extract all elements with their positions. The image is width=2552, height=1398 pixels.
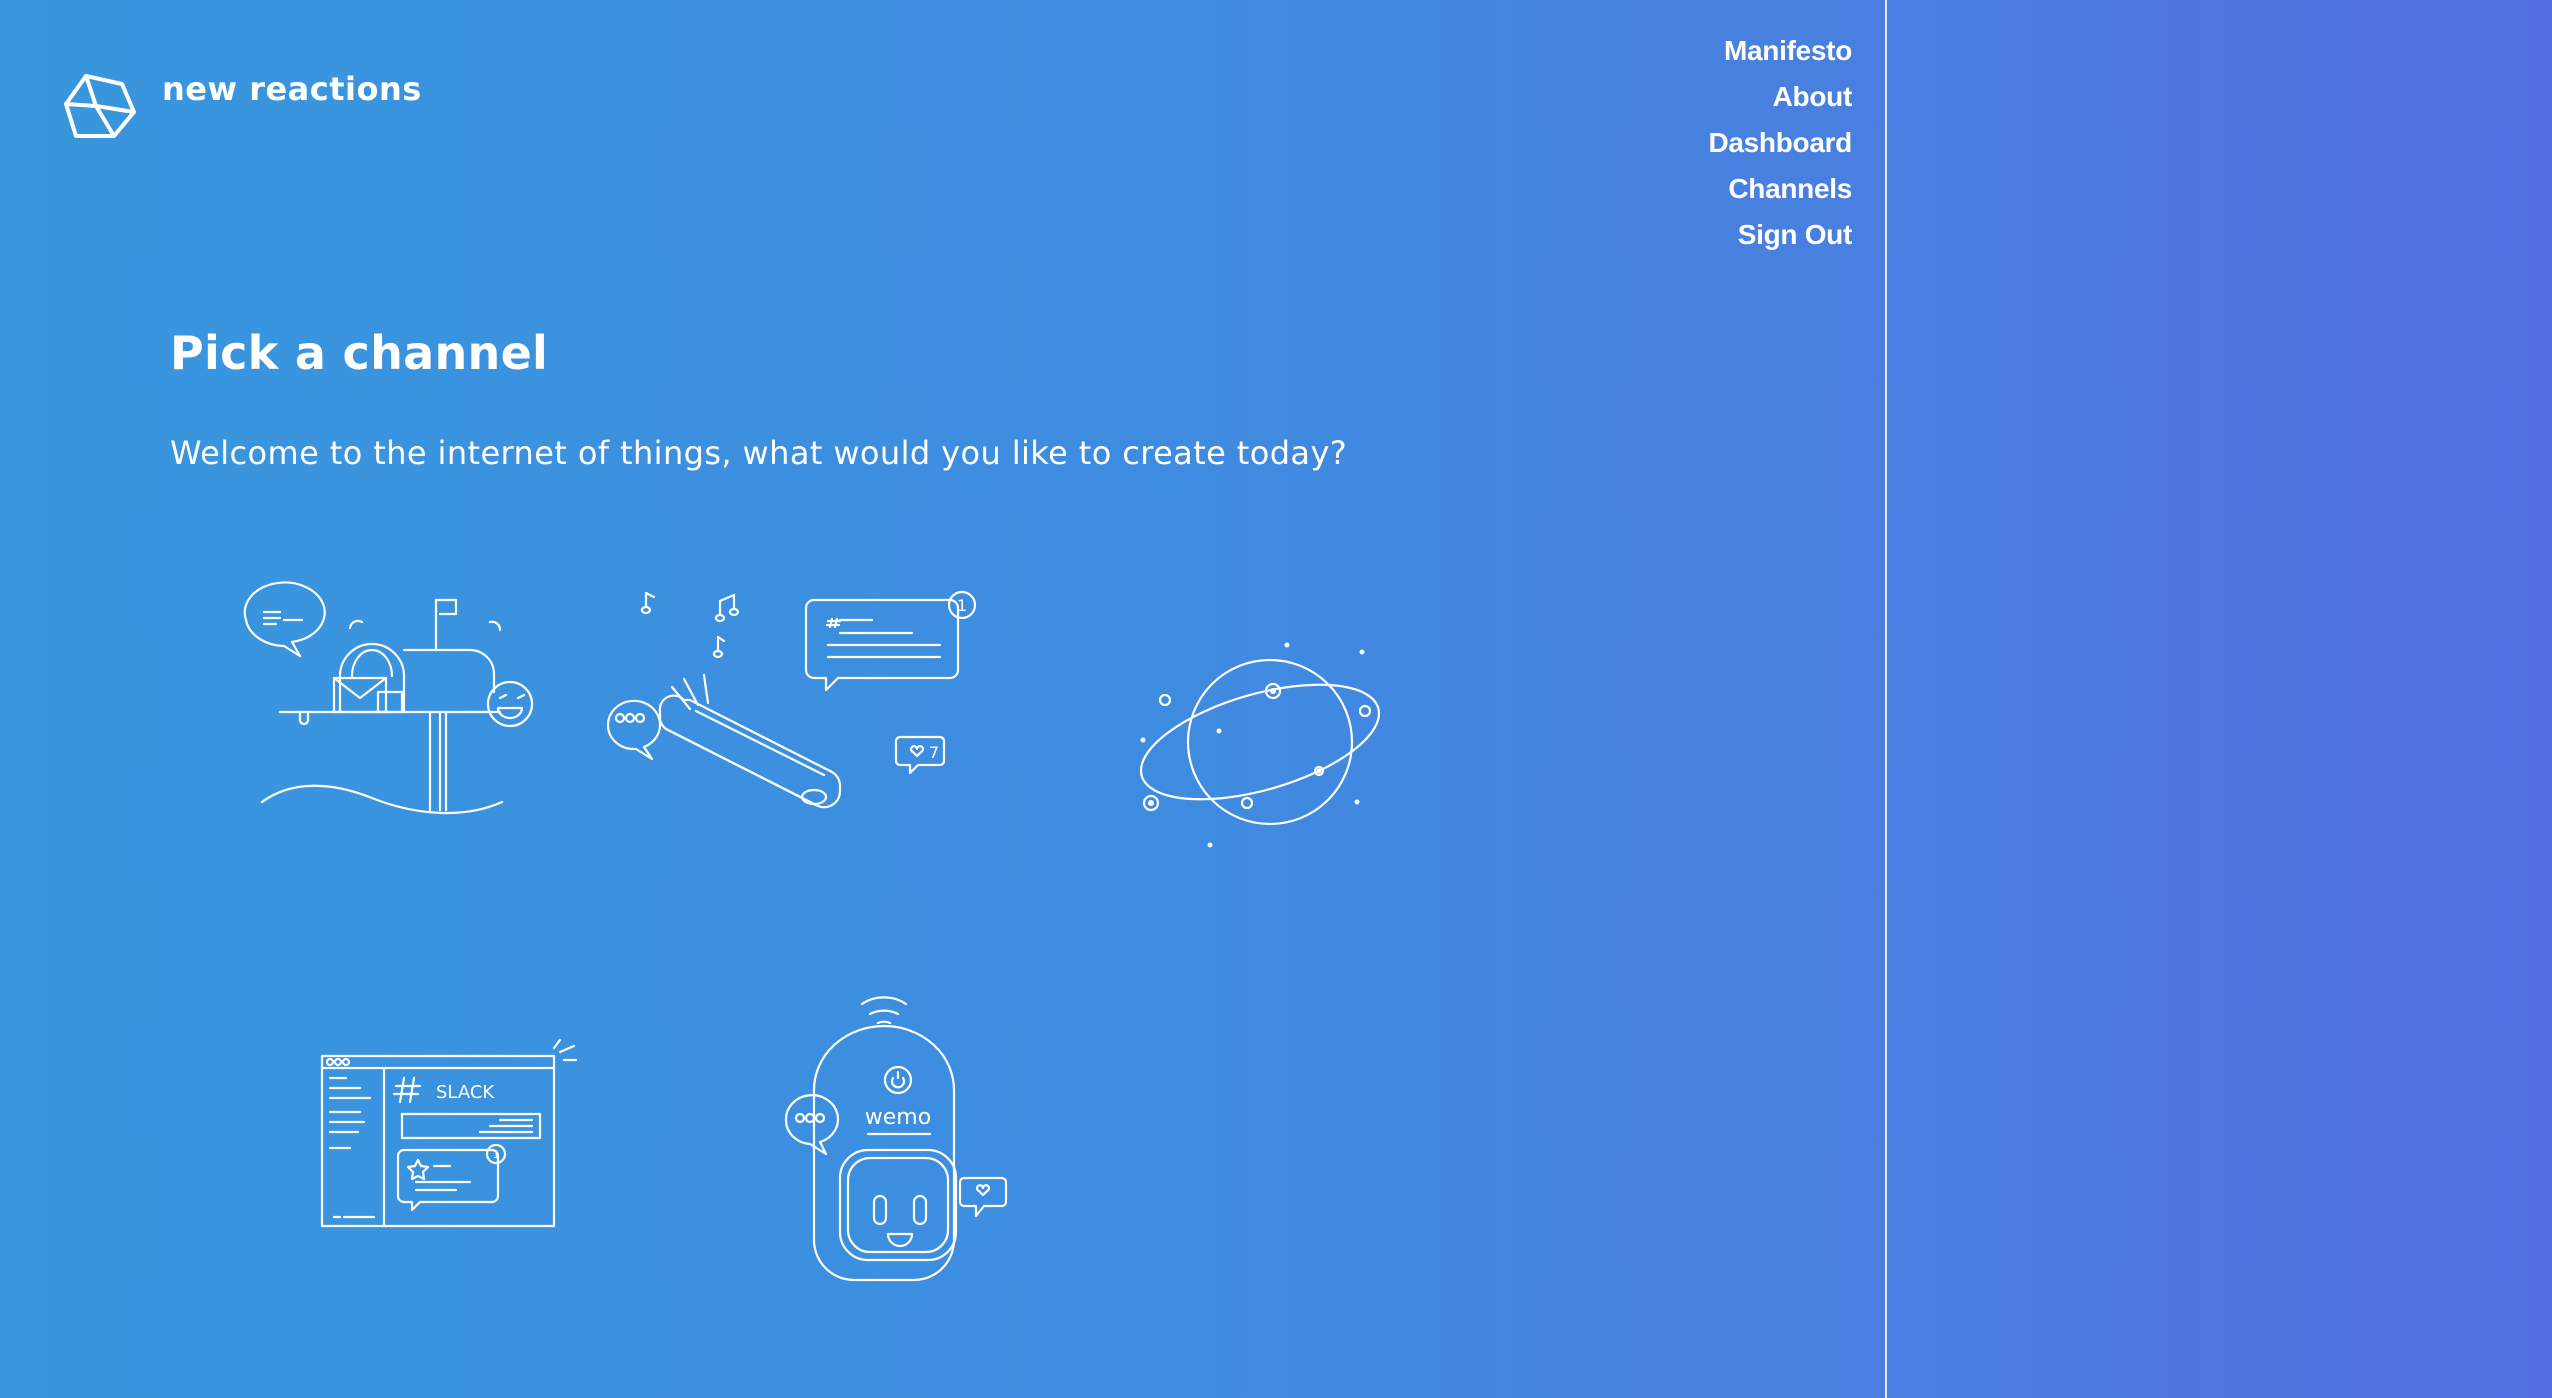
panel-divider: [1885, 0, 1887, 1398]
slack-notification-count: 1: [493, 1148, 500, 1161]
page-subtitle: Welcome to the internet of things, what …: [170, 434, 1348, 472]
slack-label: SLACK: [436, 1082, 495, 1103]
nav-manifesto[interactable]: Manifesto: [1708, 28, 1852, 74]
nav-channels[interactable]: Channels: [1708, 166, 1852, 212]
page-title: Pick a channel: [170, 326, 549, 380]
wemo-label: wemo: [865, 1105, 931, 1130]
cube-logo-icon[interactable]: [62, 70, 138, 146]
channel-wemo[interactable]: wemo: [782, 990, 1012, 1285]
globe-icon: [1135, 642, 1385, 848]
main-nav: Manifesto About Dashboard Channels Sign …: [1708, 28, 1852, 258]
channel-email[interactable]: [240, 580, 540, 820]
channel-slack[interactable]: SLACK 1: [320, 1040, 580, 1230]
nav-dashboard[interactable]: Dashboard: [1708, 120, 1852, 166]
sms-notification-count: 1: [957, 596, 967, 615]
channel-sms[interactable]: 1 7: [600, 585, 1000, 870]
mailbox-icon: [240, 580, 540, 820]
slack-icon: SLACK 1: [320, 1040, 580, 1230]
wemo-plug-icon: wemo: [782, 990, 1012, 1285]
brand-name[interactable]: new reactions: [162, 70, 422, 108]
nav-about[interactable]: About: [1708, 74, 1853, 120]
nav-sign-out[interactable]: Sign Out: [1708, 212, 1853, 258]
smartphone-icon: 1 7: [600, 585, 1000, 870]
channel-web[interactable]: [1135, 635, 1385, 850]
sms-like-count: 7: [929, 743, 939, 762]
